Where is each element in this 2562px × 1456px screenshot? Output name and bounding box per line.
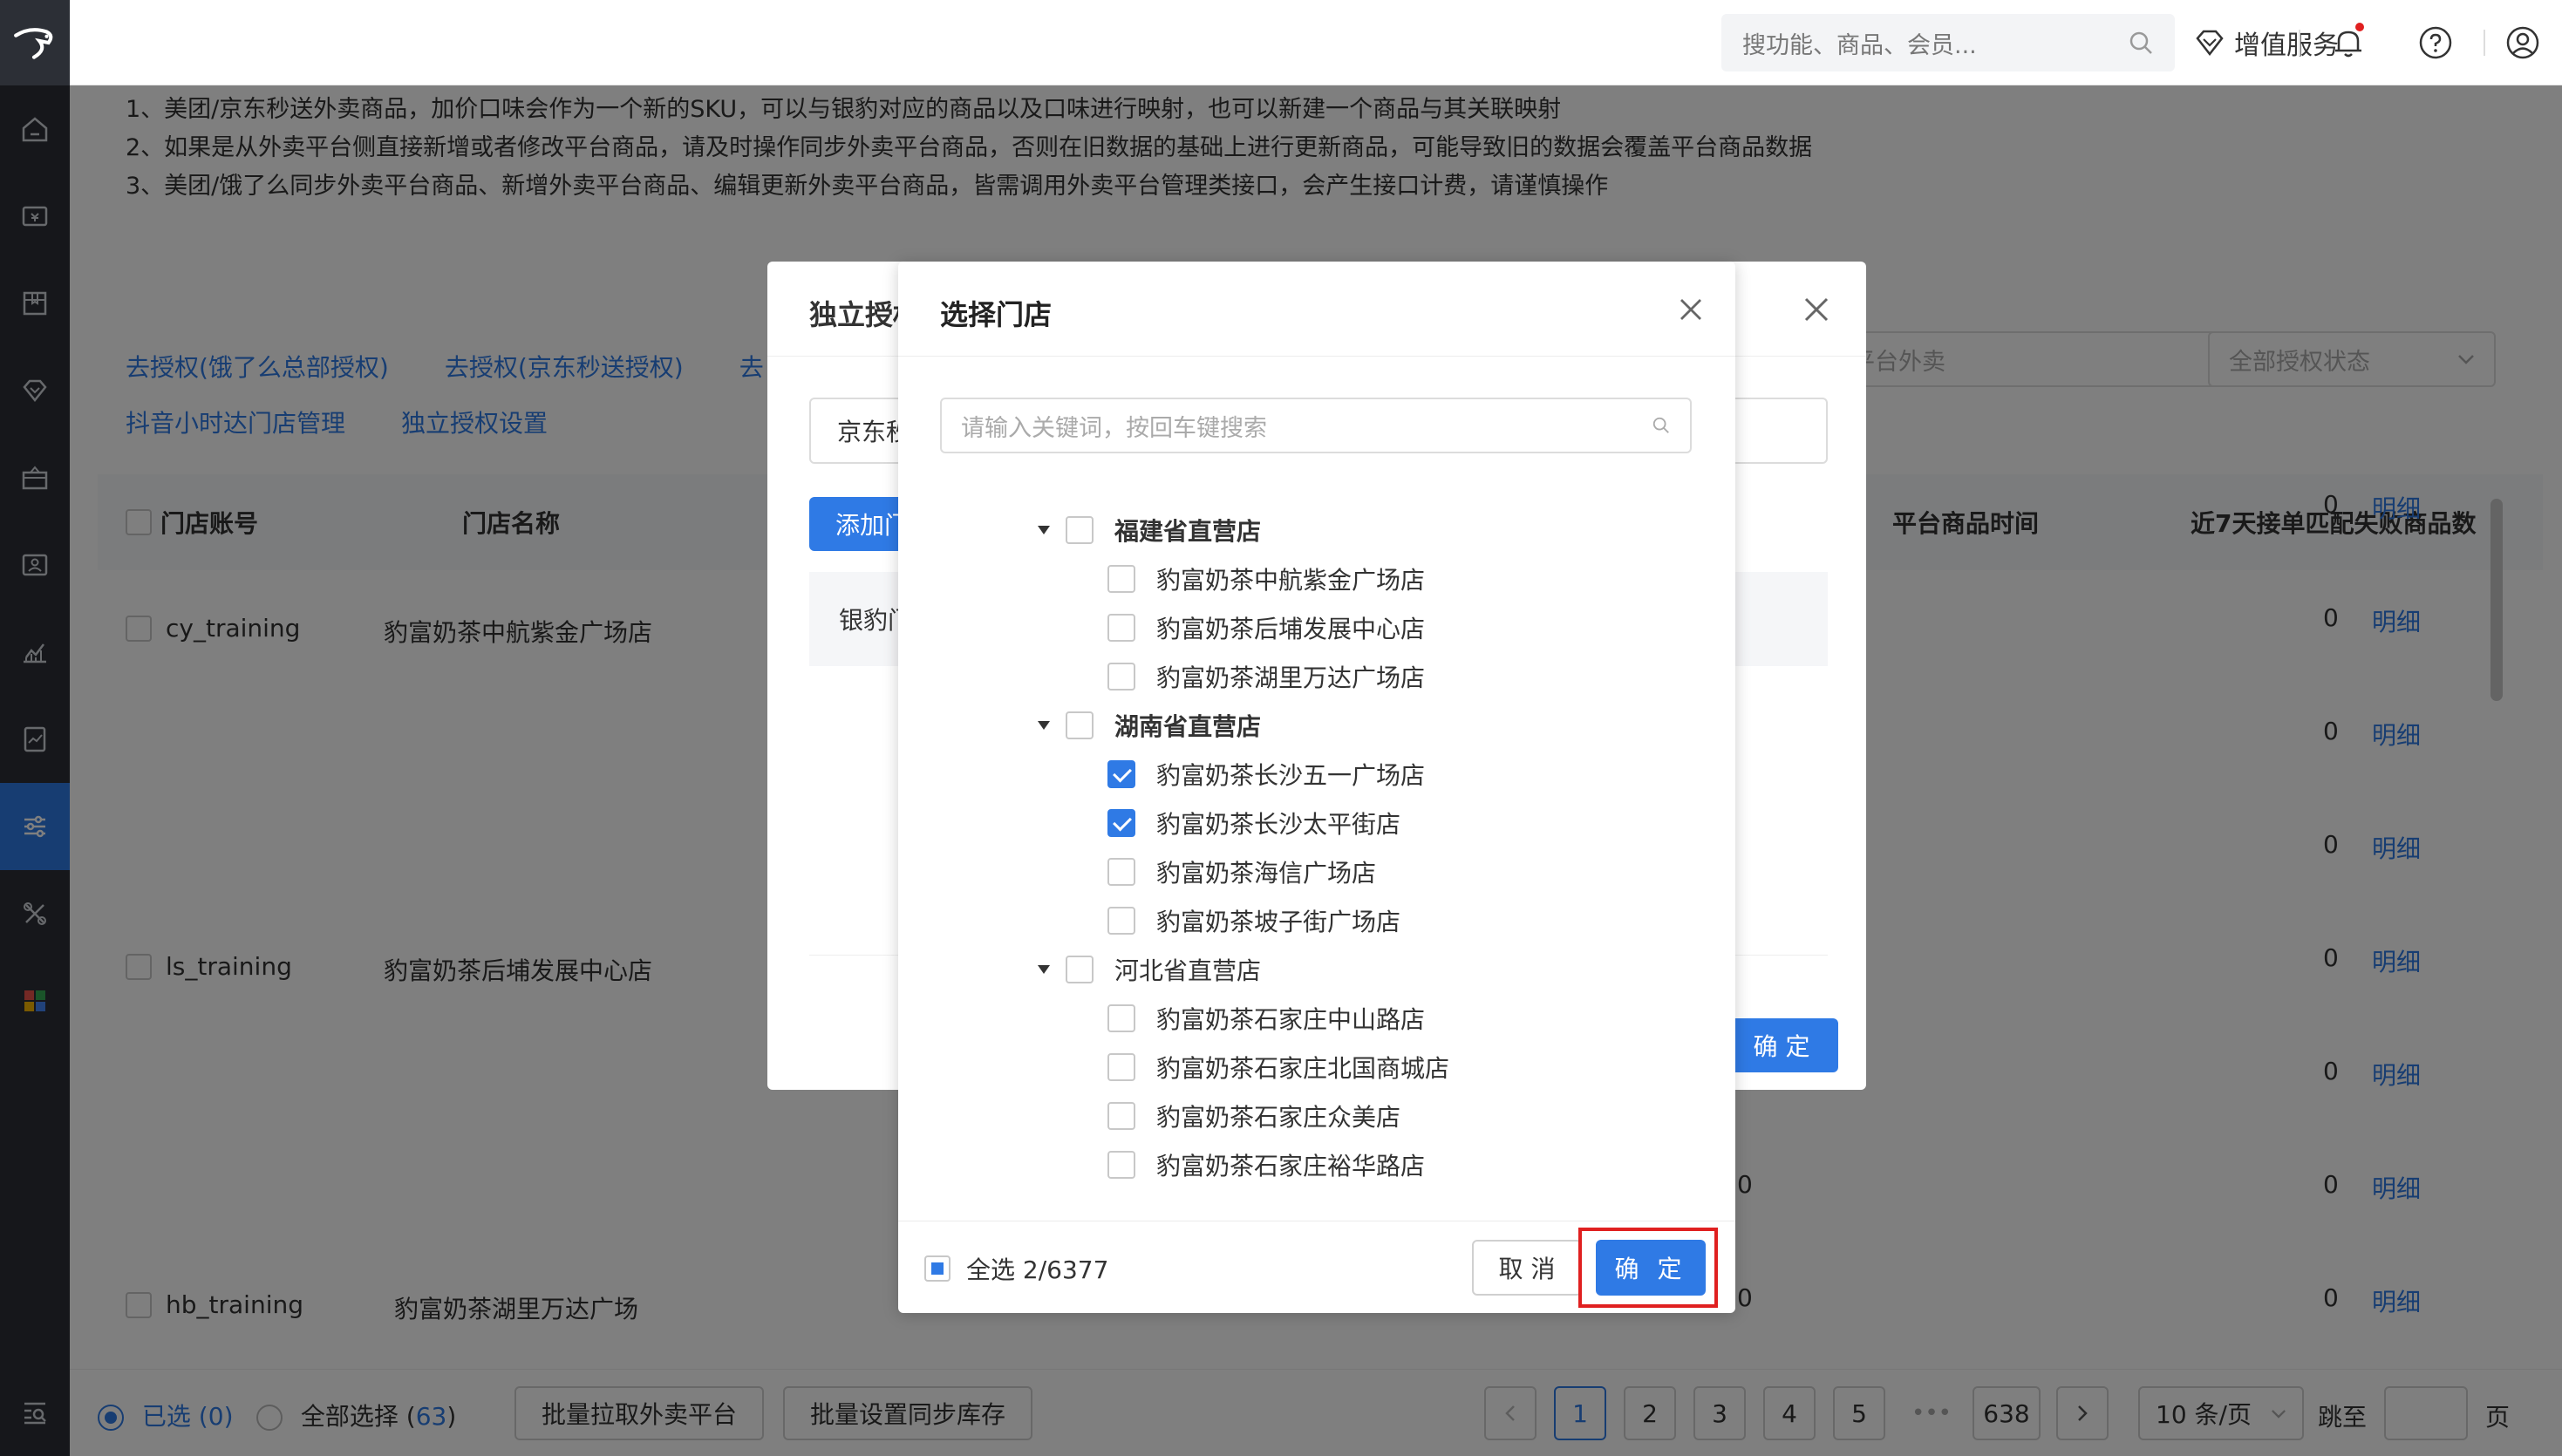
group-checkbox[interactable] [1066, 711, 1094, 739]
tree-store-item[interactable]: 豹富奶茶后埔发展中心店 [1107, 603, 1425, 652]
global-search-placeholder: 搜功能、商品、会员... [1742, 31, 1977, 59]
expand-caret-icon[interactable] [1038, 965, 1050, 974]
app-logo[interactable] [0, 0, 70, 85]
store-checkbox[interactable] [1107, 614, 1135, 642]
store-label: 豹富奶茶湖里万达广场店 [1156, 663, 1426, 692]
tree-group-fujian[interactable]: 福建省直营店 [1038, 506, 1261, 555]
notification-bell-icon[interactable] [2328, 23, 2368, 63]
logo-icon [14, 28, 53, 59]
group-label: 河北省直营店 [1114, 956, 1262, 985]
expand-caret-icon[interactable] [1038, 721, 1050, 730]
select-all-checkbox[interactable]: 全选 2/6377 [924, 1247, 1108, 1290]
tree-store-item[interactable]: 豹富奶茶石家庄众美店 [1107, 1092, 1400, 1140]
divider [898, 356, 1735, 357]
confirm-button[interactable]: 确 定 [1596, 1240, 1706, 1296]
user-avatar-icon[interactable] [2503, 23, 2543, 63]
group-checkbox[interactable] [1066, 516, 1094, 544]
store-checkbox[interactable] [1107, 1102, 1135, 1130]
global-search-input[interactable]: 搜功能、商品、会员... [1721, 14, 2175, 71]
tree-store-item[interactable]: 豹富奶茶长沙五一广场店 [1107, 750, 1425, 799]
diamond-icon [2196, 30, 2224, 57]
search-icon[interactable] [2128, 30, 2154, 56]
tree-store-item[interactable]: 豹富奶茶中航紫金广场店 [1107, 555, 1425, 603]
tree-store-item[interactable]: 豹富奶茶海信广场店 [1107, 847, 1376, 896]
tree-group-hunan[interactable]: 湖南省直营店 [1038, 701, 1261, 750]
store-checkbox-checked[interactable] [1107, 760, 1135, 788]
select-store-dialog: 选择门店 请输入关键词，按回车键搜索 福建省直营店 豹富奶茶中航紫金广场店 豹富… [898, 262, 1735, 1313]
tree-store-item[interactable]: 豹富奶茶石家庄裕华路店 [1107, 1140, 1425, 1189]
expand-caret-icon[interactable] [1038, 526, 1050, 534]
select-all-label: 全选 2/6377 [966, 1255, 1109, 1284]
select-store-title: 选择门店 [940, 298, 1053, 331]
store-label: 豹富奶茶海信广场店 [1156, 859, 1377, 888]
group-label: 福建省直营店 [1114, 517, 1262, 546]
store-label: 豹富奶茶石家庄北国商城店 [1156, 1054, 1450, 1083]
top-header: 搜功能、商品、会员... 增值服务 [70, 0, 2562, 85]
group-label: 湖南省直营店 [1114, 712, 1262, 741]
tree-store-item[interactable]: 豹富奶茶石家庄北国商城店 [1107, 1043, 1449, 1092]
store-label: 豹富奶茶长沙太平街店 [1156, 810, 1401, 839]
tree-store-item[interactable]: 豹富奶茶石家庄中山路店 [1107, 994, 1425, 1043]
store-label: 豹富奶茶坡子街广场店 [1156, 908, 1401, 936]
store-label: 豹富奶茶长沙五一广场店 [1156, 761, 1426, 790]
store-checkbox-checked[interactable] [1107, 809, 1135, 837]
store-label: 豹富奶茶石家庄众美店 [1156, 1103, 1401, 1132]
store-label: 豹富奶茶石家庄裕华路店 [1156, 1152, 1426, 1180]
tree-store-item[interactable]: 豹富奶茶长沙太平街店 [1107, 799, 1400, 847]
header-divider [2299, 30, 2300, 56]
store-label: 豹富奶茶后埔发展中心店 [1156, 615, 1426, 643]
value-added-services-button[interactable]: 增值服务 [2194, 21, 2339, 65]
tree-group-hebei[interactable]: 河北省直营店 [1038, 945, 1261, 994]
store-checkbox[interactable] [1107, 907, 1135, 935]
store-checkbox[interactable] [1107, 1151, 1135, 1179]
independent-auth-confirm-button[interactable]: 确 定 [1725, 1018, 1838, 1072]
store-checkbox[interactable] [1107, 858, 1135, 886]
select-all-indeterminate-box[interactable] [924, 1255, 951, 1282]
header-divider-2 [2484, 30, 2485, 56]
store-search-placeholder: 请输入关键词，按回车键搜索 [961, 414, 1267, 442]
store-checkbox[interactable] [1107, 663, 1135, 691]
store-checkbox[interactable] [1107, 565, 1135, 593]
cancel-button[interactable]: 取 消 [1472, 1240, 1582, 1296]
store-label: 豹富奶茶石家庄中山路店 [1156, 1005, 1426, 1034]
tree-store-item[interactable]: 豹富奶茶坡子街广场店 [1107, 896, 1400, 945]
group-checkbox[interactable] [1066, 956, 1094, 983]
store-search-input[interactable]: 请输入关键词，按回车键搜索 [940, 398, 1692, 453]
help-icon[interactable] [2416, 23, 2456, 63]
value-added-services-label: 增值服务 [2234, 31, 2339, 61]
store-checkbox[interactable] [1107, 1004, 1135, 1032]
tree-store-item[interactable]: 豹富奶茶湖里万达广场店 [1107, 652, 1425, 701]
close-icon[interactable] [1678, 296, 1704, 323]
search-icon[interactable] [1652, 416, 1671, 435]
close-icon[interactable] [1802, 295, 1831, 324]
store-label: 豹富奶茶中航紫金广场店 [1156, 566, 1426, 595]
store-checkbox[interactable] [1107, 1053, 1135, 1081]
